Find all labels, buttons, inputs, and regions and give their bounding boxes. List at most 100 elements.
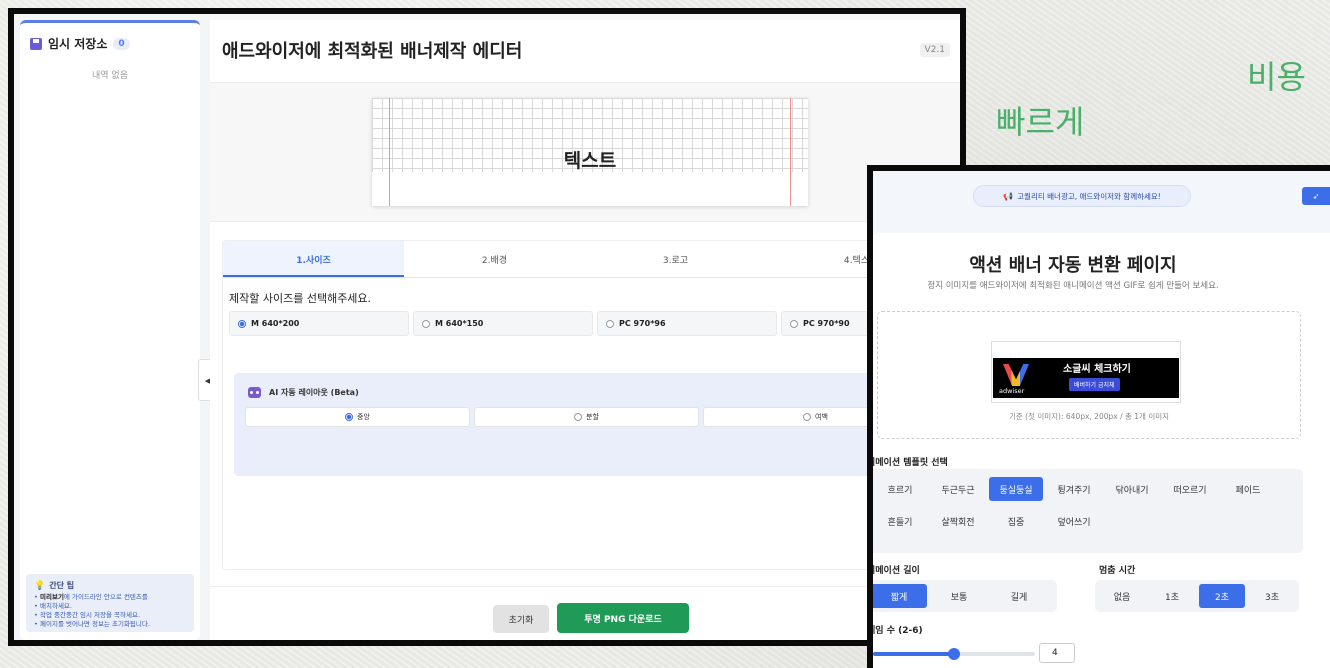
drop-zone-caption: 기준 (첫 이미지): 640px, 200px / 총 1개 이미지 [1008,412,1170,421]
slider-handle[interactable] [948,648,960,660]
lightbulb-icon: 💡 [34,580,46,591]
hero-text-line-1: 비용 [1247,58,1306,96]
download-png-button[interactable]: 투명 PNG 다운로드 [557,603,689,633]
pause-option[interactable]: 1초 [1149,584,1195,608]
frame-count-slider[interactable] [873,648,1035,660]
radio-icon [606,319,614,328]
tab-size[interactable]: 1.사이즈 [223,241,404,277]
settings-tabs: 1.사이즈 2.배경 3.로고 4.텍스 [223,241,960,278]
size-option-pc970x96[interactable]: PC 970*96 [597,311,777,336]
pause-option[interactable]: 3초 [1249,584,1295,608]
length-option[interactable]: 보통 [931,584,987,608]
template-option[interactable]: 덮어쓰기 [1047,509,1101,533]
banner-preview-canvas[interactable]: 텍스트 [372,98,808,206]
template-option[interactable]: 닦아내기 [1105,477,1159,501]
ai-option-center[interactable]: 중앙 [245,407,470,427]
frame-count-input[interactable]: 4 [1039,643,1075,663]
radio-icon [790,319,798,328]
template-option[interactable]: 둥실둥실 [989,477,1043,501]
tips-box: 💡 간단 팁 미리보기에 가이드라인 안으로 컨텐츠를 배치하세요. 작업 중간… [26,574,194,632]
temp-storage-header: 임시 저장소 0 [20,23,200,64]
editor-title: 애드와이저에 최적화된 배너제작 에디터 [222,41,523,62]
converter-topbar: 📢 고퀄리티 배너광고, 애드와이저와 함께하세요! ➶ [873,171,1330,223]
template-option[interactable]: 튕겨주기 [1047,477,1101,501]
ai-option-label: 분할 [586,413,599,421]
converter-subtitle: 정지 이미지를 애드와이저에 최적화된 애니메이션 액션 GIF로 쉽게 만들어… [927,281,1219,291]
template-option[interactable]: 떠오르기 [1163,477,1217,501]
adwiser-logo-icon [1003,364,1029,386]
template-grid: 흐르기 두근두근 둥실둥실 튕겨주기 닦아내기 떠오르기 페이드흔들기 살짝회전 집중 덮어쓰기 [873,477,1275,533]
size-label: PC 970*96 [619,319,666,328]
rocket-icon: ➶ [1312,191,1320,201]
hero-text-line-2: 빠르게 [996,103,1085,141]
editor-header: 애드와이저에 최적화된 배너제작 에디터 V2.1 [210,20,960,63]
banner-badge: 배버하기 금지체 [1069,378,1120,391]
notice-pill[interactable]: 📢 고퀄리티 배너광고, 애드와이저와 함께하세요! [973,185,1191,207]
tips-list: 미리보기에 가이드라인 안으로 컨텐츠를 배치하세요. 작업 중간중간 임시 저… [34,593,186,629]
floppy-disk-icon [30,37,42,50]
radio-selected-icon [238,319,246,328]
editor-main: 애드와이저에 최적화된 배너제작 에디터 V2.1 텍스트 1.사이즈 2.배경… [210,20,960,640]
converter-title: 액션 배너 자동 변환 페이지 [969,255,1177,276]
tip-item: 배치하세요. [34,602,186,611]
robot-icon [248,387,261,398]
image-drop-zone[interactable]: adwiser 소글씨 체크하기 배버하기 금지체 기준 (첫 이미지): 64… [877,311,1301,439]
tab-background[interactable]: 2.배경 [404,241,585,277]
length-option[interactable]: 길게 [991,584,1047,608]
template-option[interactable]: 집중 [989,509,1043,533]
size-label: M 640*150 [435,319,484,328]
reset-button[interactable]: 초기화 [493,605,549,633]
length-label: 니메이션 길이 [867,566,920,576]
settings-panel: 1.사이즈 2.배경 3.로고 4.텍스 제작할 사이즈를 선택해주세요. M … [222,240,960,570]
ai-layout-header: AI 자동 레이아웃 (Beta) [234,373,954,398]
pause-option[interactable]: 2초 [1199,584,1245,608]
version-badge: V2.1 [919,43,950,57]
temp-storage-empty-text: 내역 없음 [92,71,128,81]
template-option[interactable]: 흔들기 [873,509,927,533]
tip-text: 에 가이드라인 안으로 컨텐츠를 [63,593,148,601]
template-option[interactable]: 두근두근 [931,477,985,501]
pause-option[interactable]: 없음 [1099,584,1145,608]
size-option-m640x200[interactable]: M 640*200 [229,311,409,336]
template-option[interactable]: 페이드 [1221,477,1275,501]
preview-text[interactable]: 텍스트 [372,146,808,173]
tip-text: 작업 중간중간 임시 저장을 꼭하세요. [40,611,141,619]
tip-text: 배치하세요. [40,602,72,610]
tab-logo[interactable]: 3.로고 [585,241,766,277]
temp-storage-count-badge: 0 [113,37,130,50]
frame-count-label: 레임 수 (2-6) [867,626,923,636]
temp-storage-sidebar: 임시 저장소 0 내역 없음 💡 간단 팁 미리보기에 가이드라인 안으로 컨텐… [20,20,200,640]
template-selector: 흐르기 두근두근 둥실둥실 튕겨주기 닦아내기 떠오르기 페이드흔들기 살짝회전 집중 덮어쓰기 [873,469,1303,553]
size-option-m640x150[interactable]: M 640*150 [413,311,593,336]
banner-editor-window: 임시 저장소 0 내역 없음 💡 간단 팁 미리보기에 가이드라인 안으로 컨텐… [8,8,966,646]
ai-layout-options: 중앙 분할 여백 [245,407,954,427]
size-label: PC 970*90 [803,319,850,328]
converter-card: 액션 배너 자동 변환 페이지 정지 이미지를 애드와이저에 최적화된 애니메이… [873,233,1330,668]
logo-text: adwiser [999,387,1025,395]
template-option[interactable]: 살짝회전 [931,509,985,533]
ai-layout-box: AI 자동 레이아웃 (Beta) 중앙 분할 여백 [234,373,954,476]
notice-text: 고퀄리티 배너광고, 애드와이저와 함께하세요! [1017,191,1161,201]
tip-item: 미리보기에 가이드라인 안으로 컨텐츠를 [34,593,186,602]
editor-footer: 초기화 투명 PNG 다운로드 [210,586,960,640]
tip-item: 작업 중간중간 임시 저장을 꼭하세요. [34,611,186,620]
template-label: 니메이션 템플릿 선택 [867,458,948,468]
pause-segment: 없음 1초 2초 3초 [1095,580,1299,612]
rocket-button[interactable]: ➶ [1302,187,1330,205]
size-options: M 640*200 M 640*150 PC 970*96 PC 970*90 [229,311,960,336]
tip-bold: 미리보기 [40,593,64,601]
tip-item: 페이지를 벗어나면 정보는 초기화됩니다. [34,620,186,629]
megaphone-icon: 📢 [1003,191,1014,201]
action-banner-converter-window: 📢 고퀄리티 배너광고, 애드와이저와 함께하세요! ➶ 액션 배너 자동 변환… [867,165,1330,668]
temp-storage-title: 임시 저장소 [48,37,108,51]
size-label: M 640*200 [251,319,300,328]
tips-title: 간단 팁 [49,581,75,590]
ai-option-split[interactable]: 분할 [474,407,699,427]
radio-selected-icon [345,413,354,421]
ai-layout-label: AI 자동 레이아웃 (Beta) [269,388,359,397]
ai-option-label: 중앙 [357,413,370,421]
size-question: 제작할 사이즈를 선택해주세요. [229,292,372,305]
template-option[interactable]: 흐르기 [873,477,927,501]
length-option[interactable]: 짧게 [873,584,927,608]
slider-fill [873,652,954,656]
